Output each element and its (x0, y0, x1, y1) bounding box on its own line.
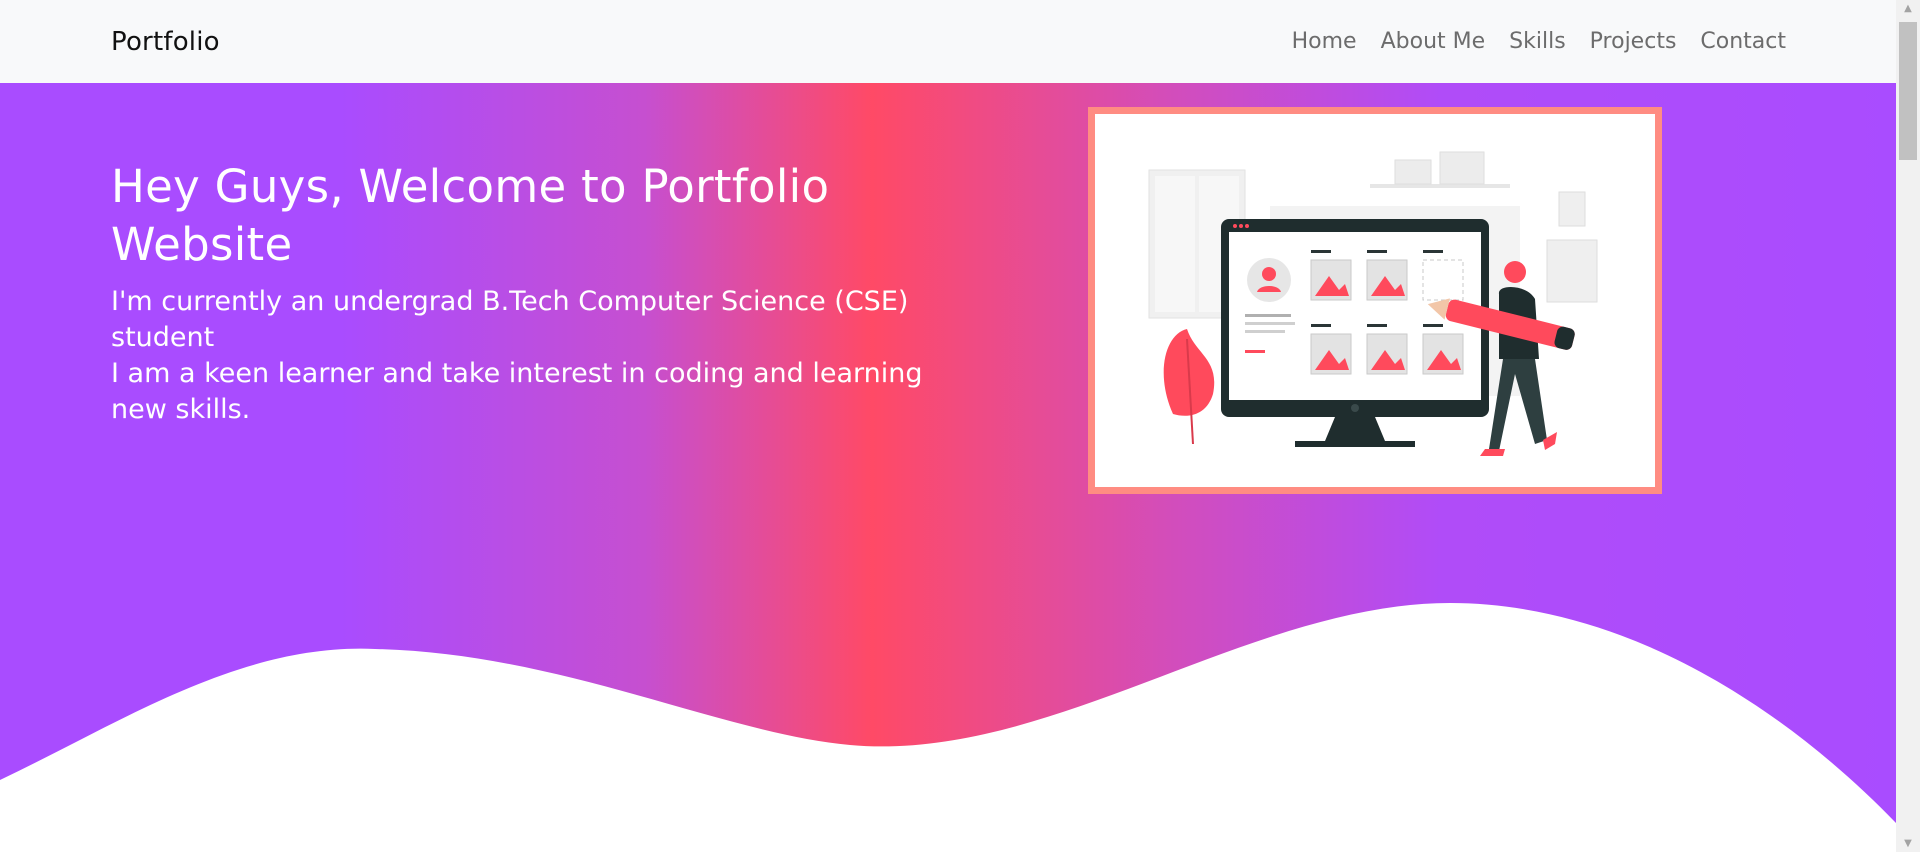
page-scrollbar[interactable]: ▲ ▼ (1896, 0, 1920, 852)
nav-links: Home About Me Skills Projects Contact (1280, 29, 1786, 54)
nav-link-projects[interactable]: Projects (1578, 29, 1689, 54)
navbar: Portfolio Home About Me Skills Projects … (0, 0, 1896, 83)
hero-text: Hey Guys, Welcome to Portfolio Website I… (111, 158, 941, 428)
illustration-svg (1148, 151, 1598, 456)
hero-intro-line: I'm currently an undergrad B.Tech Comput… (111, 286, 909, 353)
scroll-down-arrow-icon[interactable]: ▼ (1896, 835, 1920, 852)
hero-title: Hey Guys, Welcome to Portfolio Website (111, 160, 830, 271)
hero-image-frame (1088, 107, 1662, 494)
nav-link-contact[interactable]: Contact (1688, 29, 1786, 54)
brand-logo[interactable]: Portfolio (111, 27, 220, 57)
scroll-up-arrow-icon[interactable]: ▲ (1896, 0, 1920, 17)
hero-section: Hey Guys, Welcome to Portfolio Website I… (0, 83, 1896, 852)
nav-link-skills[interactable]: Skills (1497, 29, 1578, 54)
nav-link-about-me[interactable]: About Me (1369, 29, 1498, 54)
hero-learner-line: I am a keen learner and take interest in… (111, 358, 923, 425)
scrollbar-thumb[interactable] (1899, 22, 1917, 160)
nav-link-home[interactable]: Home (1280, 29, 1369, 54)
hero-illustration (1095, 114, 1655, 487)
